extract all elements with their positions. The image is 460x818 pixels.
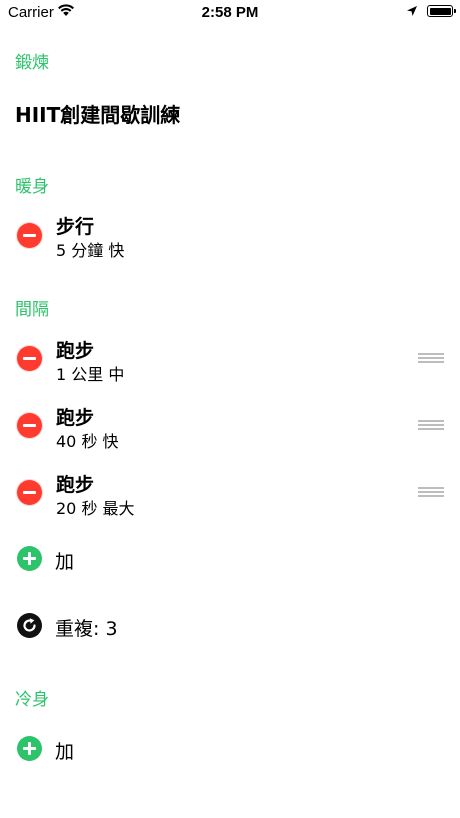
warmup-section-header: 暖身 <box>15 177 49 197</box>
reorder-handle-icon[interactable] <box>418 420 444 430</box>
repeat-count-row[interactable]: 重複: 3 <box>0 607 460 647</box>
item-name: 步行 <box>56 216 95 238</box>
location-arrow-icon <box>406 4 418 21</box>
repeat-icon[interactable] <box>17 613 42 638</box>
interval-item-3[interactable]: 跑步 20 秒 最大 <box>0 466 460 522</box>
item-detail: 5 分鐘 快 <box>56 241 125 260</box>
delete-minus-icon[interactable] <box>17 413 42 438</box>
item-name: 跑步 <box>56 407 95 429</box>
add-cooldown-button[interactable]: 加 <box>0 730 460 770</box>
item-name: 跑步 <box>56 340 95 362</box>
repeat-count-label: 重複: 3 <box>55 618 118 640</box>
add-cooldown-label: 加 <box>55 741 75 763</box>
reorder-handle-icon[interactable] <box>418 353 444 363</box>
delete-minus-icon[interactable] <box>17 480 42 505</box>
interval-item-2[interactable]: 跑步 40 秒 快 <box>0 399 460 455</box>
reorder-handle-icon[interactable] <box>418 487 444 497</box>
workout-title[interactable]: HIIT創建間歇訓練 <box>15 99 180 128</box>
interval-item-1[interactable]: 跑步 1 公里 中 <box>0 332 460 388</box>
cooldown-section-header: 冷身 <box>15 690 49 710</box>
battery-icon <box>427 5 456 17</box>
workout-section-header: 鍛煉 <box>15 53 49 73</box>
intervals-section-header: 間隔 <box>15 300 49 320</box>
delete-minus-icon[interactable] <box>17 346 42 371</box>
add-plus-icon[interactable] <box>17 736 42 761</box>
item-name: 跑步 <box>56 474 95 496</box>
add-interval-button[interactable]: 加 <box>0 540 460 580</box>
warmup-item-walk[interactable]: 步行 5 分鐘 快 <box>0 208 460 264</box>
delete-minus-icon[interactable] <box>17 223 42 248</box>
add-plus-icon[interactable] <box>17 546 42 571</box>
item-detail: 20 秒 最大 <box>56 499 135 518</box>
add-interval-label: 加 <box>55 551 75 573</box>
status-bar: Carrier 2:58 PM <box>0 0 460 24</box>
item-detail: 40 秒 快 <box>56 432 119 451</box>
clock: 2:58 PM <box>201 4 259 21</box>
item-detail: 1 公里 中 <box>56 365 125 384</box>
